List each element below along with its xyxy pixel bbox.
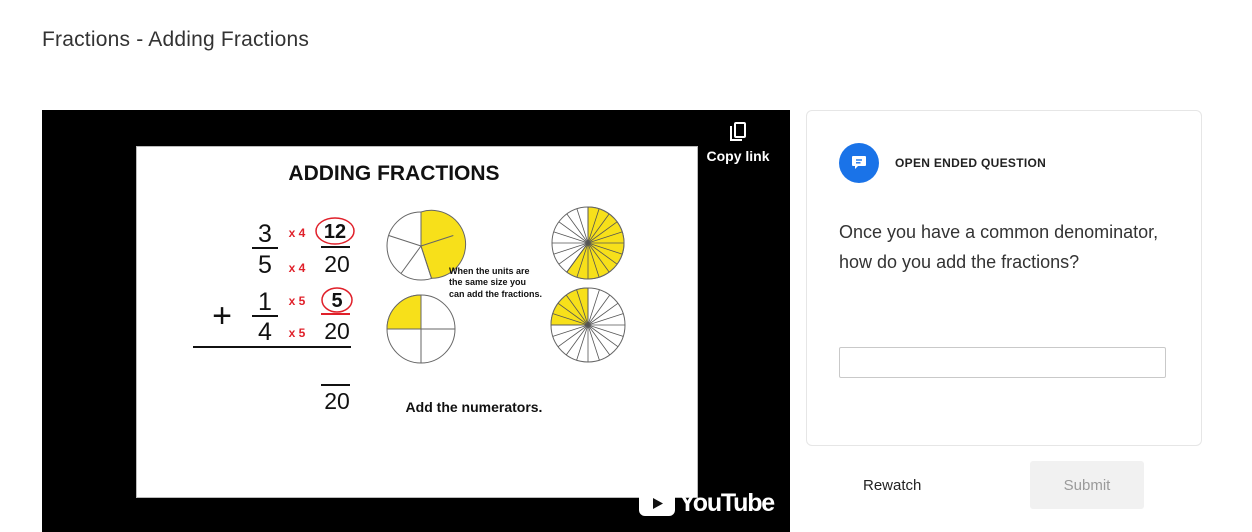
video-player[interactable]: ADDING FRACTIONS 3 5 x 4 x 4 12 20 + 1 4… — [42, 110, 790, 532]
slide-title: ADDING FRACTIONS — [288, 162, 499, 185]
slide-caption: Add the numerators. — [406, 399, 543, 415]
slide-note-line: can add the fractions. — [449, 289, 542, 299]
slide-note: When the units are the same size you can… — [449, 266, 542, 299]
copy-icon — [730, 122, 746, 141]
rewatch-button[interactable]: Rewatch — [830, 468, 950, 502]
frac1-numerator: 3 — [258, 220, 272, 248]
frac2-denominator: 4 — [258, 318, 272, 346]
frac2-new-denominator: 20 — [324, 318, 350, 344]
result-denominator: 20 — [324, 388, 350, 414]
slide-graphic: ADDING FRACTIONS 3 5 x 4 x 4 12 20 + 1 4… — [193, 162, 626, 415]
page-title: Fractions - Adding Fractions — [42, 28, 310, 51]
frac1-new-numerator: 12 — [324, 221, 346, 243]
frac2-multiplier-bottom: x 5 — [289, 326, 306, 340]
pie-five-twentieths — [550, 287, 626, 363]
question-type-label: OPEN ENDED QUESTION — [895, 156, 1047, 170]
copy-link-label: Copy link — [706, 148, 770, 164]
pie-one-quarter — [386, 294, 456, 364]
frac1-multiplier-top: x 4 — [289, 226, 306, 240]
slide-note-line: When the units are — [449, 266, 530, 276]
youtube-wordmark: YouTube — [679, 489, 775, 517]
question-card: OPEN ENDED QUESTION Once you have a comm… — [806, 110, 1202, 446]
answer-input[interactable] — [839, 347, 1166, 378]
slide-note-line: the same size you — [449, 277, 526, 287]
comment-icon — [839, 143, 879, 183]
pie-twelve-twentieths — [551, 206, 625, 280]
frac2-new-numerator: 5 — [331, 290, 342, 312]
question-text: Once you have a common denominator, how … — [839, 222, 1159, 272]
frac2-numerator: 1 — [258, 288, 272, 316]
frac1-multiplier-bottom: x 4 — [289, 261, 306, 275]
submit-button[interactable]: Submit — [1030, 461, 1144, 509]
youtube-logo-link[interactable]: YouTube — [639, 489, 775, 518]
youtube-play-icon — [639, 491, 676, 516]
copy-link-button[interactable]: Copy link — [706, 122, 770, 164]
frac1-new-denominator: 20 — [324, 251, 350, 277]
frac2-multiplier-top: x 5 — [289, 294, 306, 308]
plus-sign: + — [212, 297, 232, 335]
video-slide: ADDING FRACTIONS 3 5 x 4 x 4 12 20 + 1 4… — [136, 146, 698, 498]
frac1-denominator: 5 — [258, 251, 272, 279]
